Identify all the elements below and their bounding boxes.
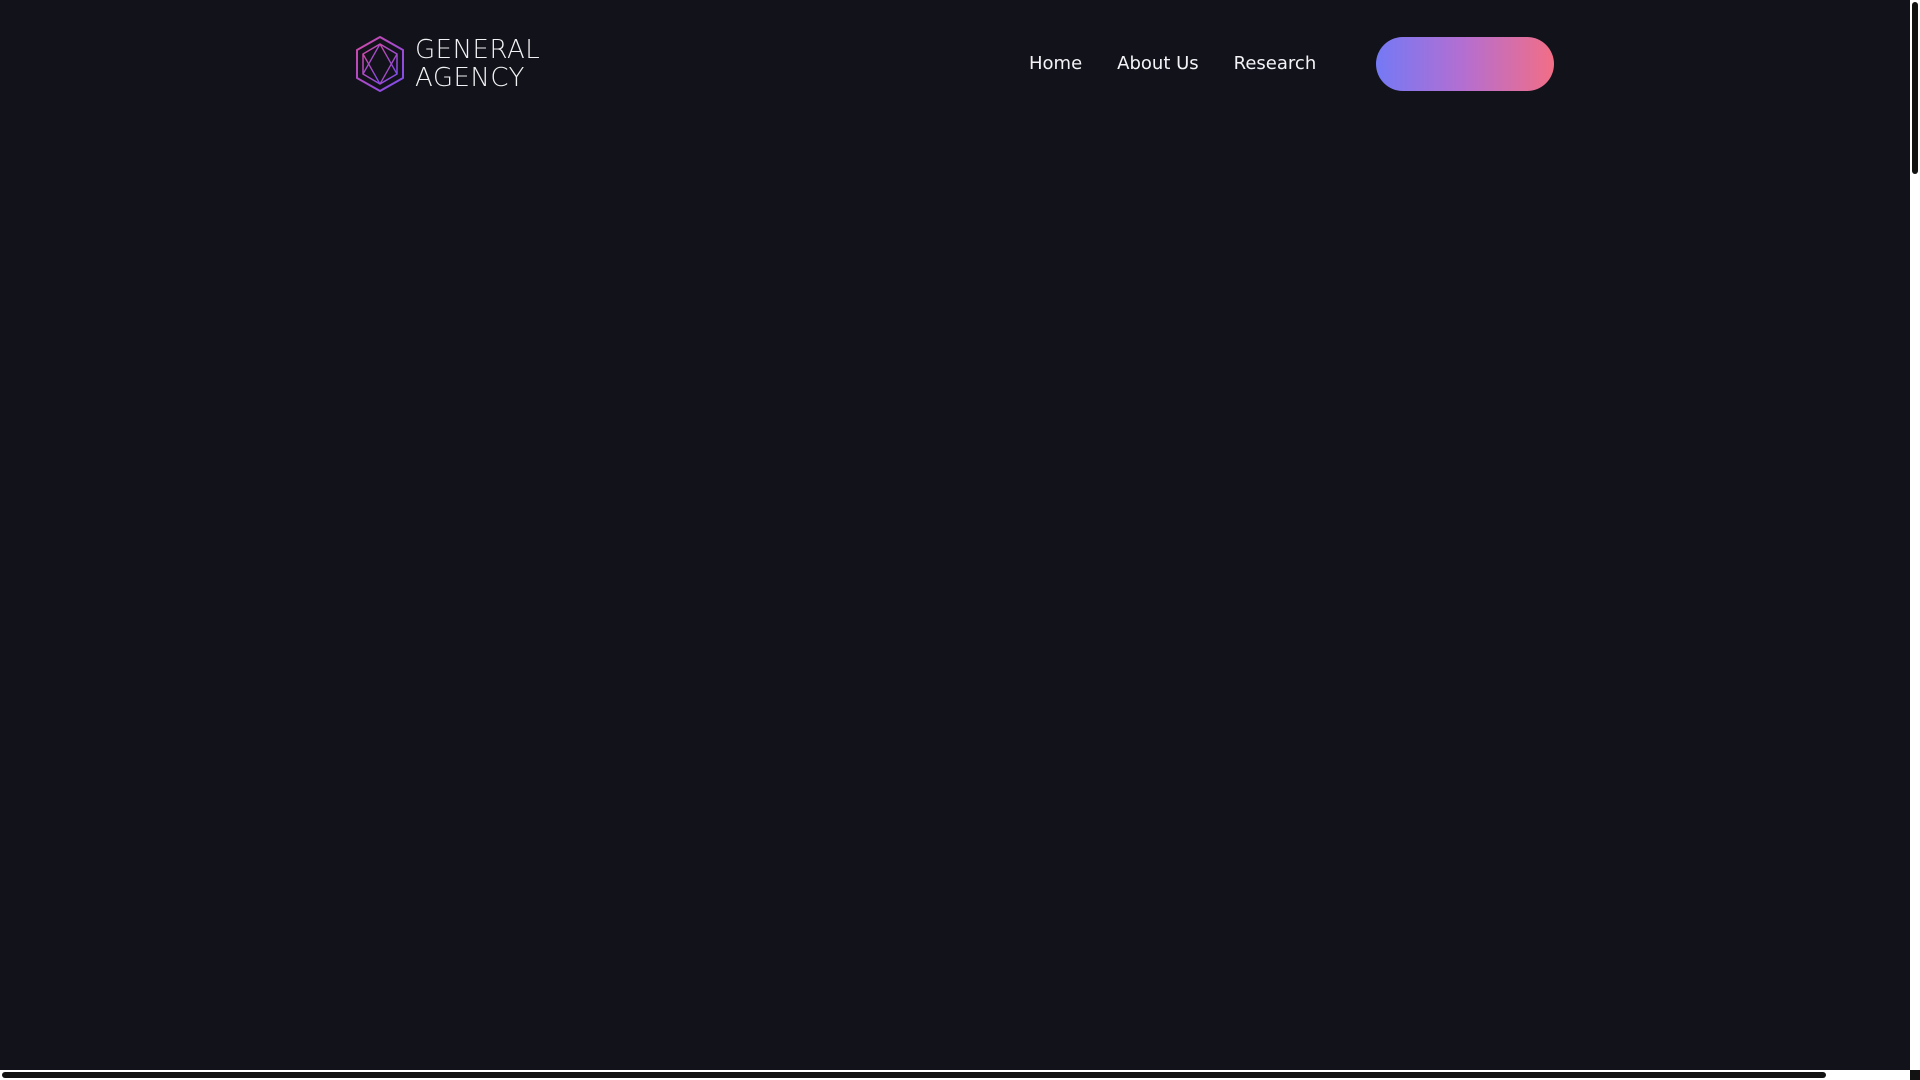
hero-section bbox=[0, 128, 1910, 1070]
brand-name-line1: GENERAL bbox=[415, 35, 541, 65]
hexagon-cube-logo-icon bbox=[356, 36, 404, 92]
vertical-scrollbar-thumb[interactable] bbox=[1912, 2, 1918, 174]
nav-link-about-us[interactable]: About Us bbox=[1117, 47, 1199, 81]
brand-name: GENERAL AGENCY bbox=[415, 36, 540, 92]
main-nav: Home About Us Research bbox=[1029, 47, 1316, 81]
nav-link-home[interactable]: Home bbox=[1029, 47, 1082, 81]
nav-link-research[interactable]: Research bbox=[1234, 47, 1317, 81]
brand-name-line2: AGENCY bbox=[415, 63, 525, 93]
cta-button[interactable] bbox=[1376, 37, 1554, 91]
page-viewport: GENERAL AGENCY Home About Us Research bbox=[0, 0, 1910, 1070]
scrollbar-corner bbox=[1910, 1070, 1920, 1080]
brand-logo-link[interactable]: GENERAL AGENCY bbox=[354, 35, 540, 93]
vertical-scrollbar[interactable] bbox=[1910, 0, 1920, 1080]
site-header: GENERAL AGENCY Home About Us Research bbox=[0, 0, 1910, 128]
horizontal-scrollbar[interactable] bbox=[0, 1070, 1910, 1080]
horizontal-scrollbar-thumb[interactable] bbox=[2, 1072, 1826, 1078]
